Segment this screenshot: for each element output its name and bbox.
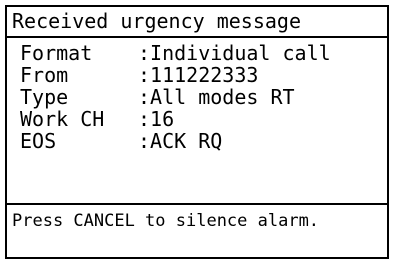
field-row-type: Type :All modes RT: [20, 86, 295, 108]
field-label: Work CH: [20, 107, 105, 131]
field-row-work-ch: Work CH :16: [20, 108, 174, 130]
field-label: Type: [20, 85, 69, 109]
field-label: EOS: [20, 129, 57, 153]
field-value: :ACK RQ: [138, 129, 223, 153]
footer-divider: [5, 203, 387, 205]
field-label: Format: [20, 41, 93, 65]
status-instruction: Press CANCEL to silence alarm.: [12, 211, 320, 231]
field-row-format: Format :Individual call: [20, 42, 331, 64]
message-title: Received urgency message: [12, 9, 301, 33]
field-row-from: From :111222333: [20, 64, 258, 86]
field-value: :111222333: [138, 63, 259, 87]
field-value: :Individual call: [138, 41, 331, 65]
field-value: :16: [138, 107, 175, 131]
title-divider: [5, 36, 387, 38]
field-value: :All modes RT: [138, 85, 295, 109]
field-row-eos: EOS :ACK RQ: [20, 130, 222, 152]
field-label: From: [20, 63, 69, 87]
